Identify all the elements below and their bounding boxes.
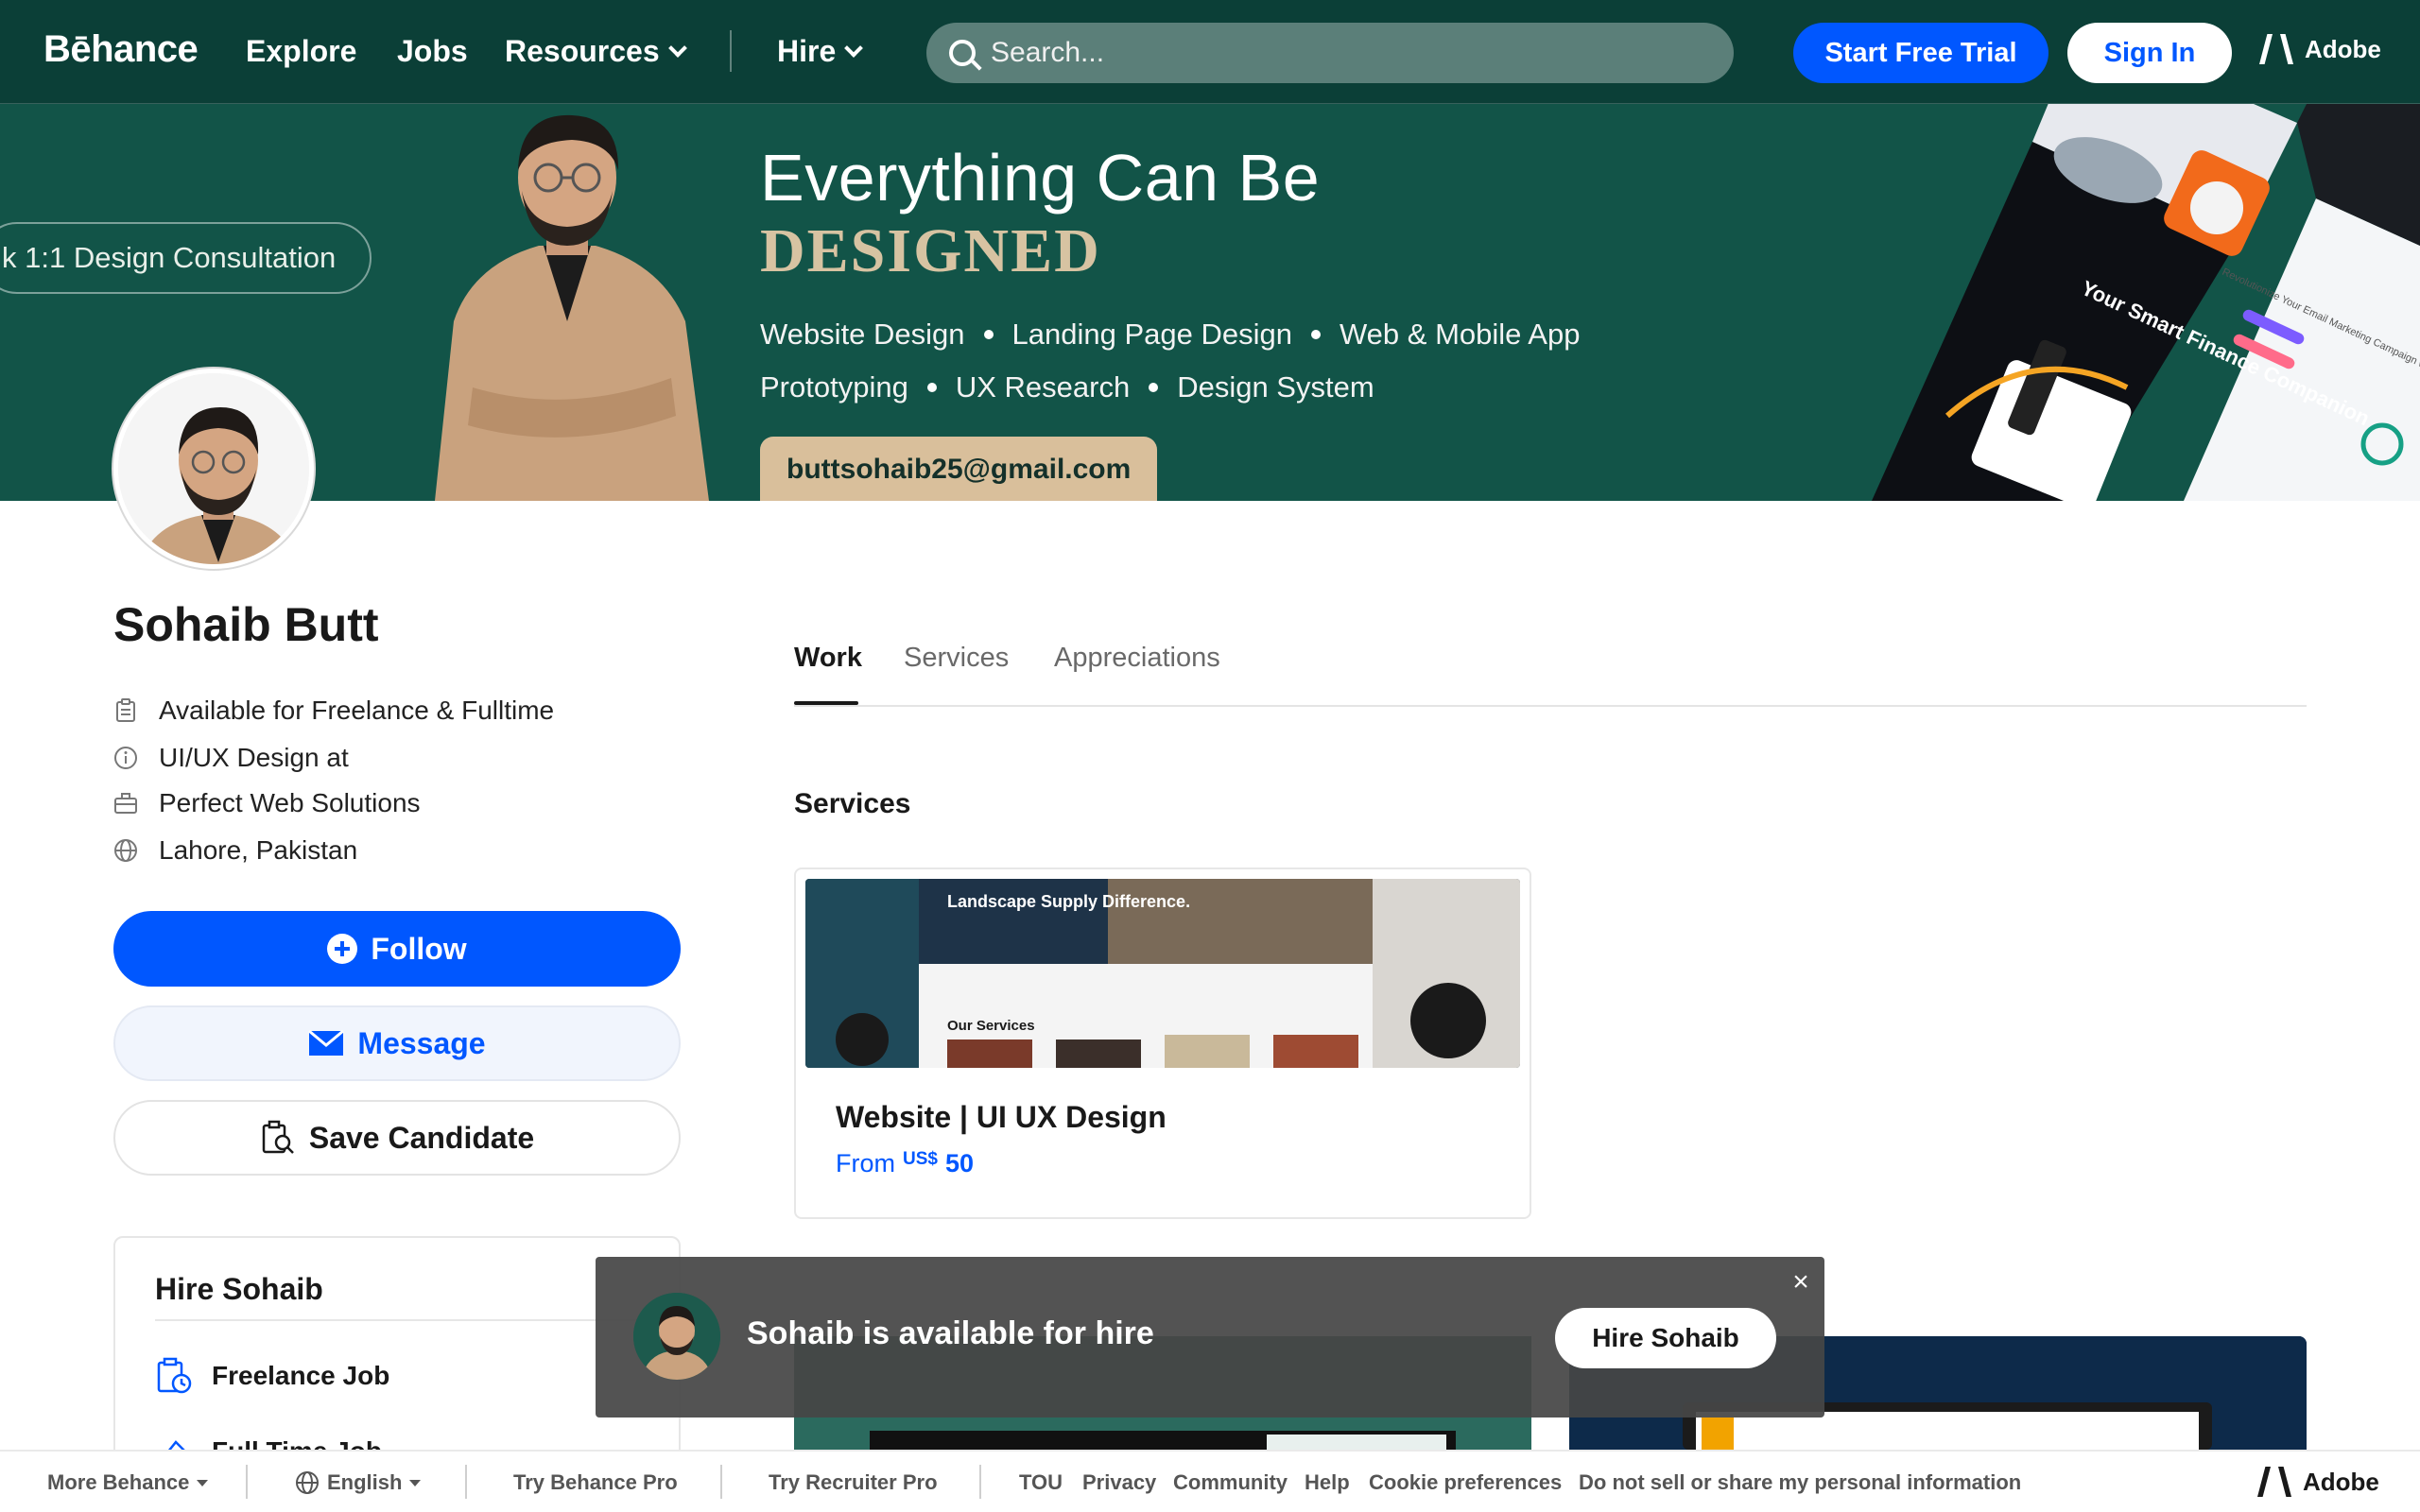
search-input[interactable]	[991, 37, 1709, 69]
freelance-job-icon	[157, 1357, 192, 1394]
adobe-logo-icon	[2259, 34, 2293, 64]
globe-icon	[113, 838, 138, 863]
plus-icon	[327, 934, 358, 964]
service-card[interactable]: Landscape Supply Difference. Our Service…	[794, 868, 1531, 1219]
service-title[interactable]: Website | UI UX Design	[836, 1100, 1167, 1135]
service-price: From US$ 50	[836, 1149, 975, 1177]
search-bar[interactable]	[926, 23, 1734, 83]
services-heading: Services	[794, 788, 911, 819]
avatar-image	[118, 373, 309, 564]
banner-email: buttsohaib25@gmail.com	[760, 437, 1158, 501]
close-icon[interactable]: ×	[1789, 1268, 1813, 1297]
footer-try-behance-pro[interactable]: Try Behance Pro	[513, 1470, 678, 1495]
tab-appreciations[interactable]: Appreciations	[1054, 643, 1220, 674]
divider	[155, 1319, 647, 1321]
footer-divider	[465, 1465, 467, 1499]
toast-avatar	[633, 1293, 720, 1380]
sign-in-button[interactable]: Sign In	[2067, 23, 2232, 83]
adobe-logo-icon	[2257, 1467, 2291, 1497]
profile-banner: k 1:1 Design Consultation Everything Can…	[0, 104, 2420, 501]
caret-down-icon	[197, 1479, 209, 1486]
clipboard-icon	[113, 698, 138, 723]
hire-sohaib-button[interactable]: Hire Sohaib	[1555, 1308, 1776, 1368]
nav-explore[interactable]: Explore	[246, 34, 356, 69]
hire-option-freelance[interactable]: Freelance Job	[155, 1357, 389, 1395]
footer-divider	[979, 1465, 981, 1499]
banner-skills-line-2: Prototyping UX Research Design System	[760, 370, 1374, 404]
footer-community[interactable]: Community	[1173, 1470, 1288, 1495]
profile-avatar[interactable]	[113, 369, 314, 569]
info-icon	[113, 746, 138, 770]
footer-cookie-preferences[interactable]: Cookie preferences	[1369, 1470, 1562, 1495]
start-free-trial-button[interactable]: Start Free Trial	[1793, 23, 2048, 83]
top-nav: Bēhance Explore Jobs Resources Hire Star…	[0, 0, 2420, 104]
thumb-subheading: Our Services	[947, 1018, 1035, 1034]
bullet-icon	[983, 330, 994, 339]
footer-divider	[720, 1465, 722, 1499]
caret-down-icon	[409, 1479, 422, 1486]
footer-more-behance[interactable]: More Behance	[47, 1470, 209, 1495]
briefcase-icon	[113, 791, 138, 816]
hire-card-title: Hire Sohaib	[155, 1272, 323, 1306]
save-candidate-button[interactable]: Save Candidate	[113, 1100, 681, 1176]
profile-tabs: Work Services Appreciations	[794, 643, 2307, 707]
bullet-icon	[926, 383, 937, 392]
tab-work[interactable]: Work	[794, 643, 862, 674]
footer-help[interactable]: Help	[1305, 1470, 1350, 1495]
banner-headline-accent: DESIGNED	[760, 216, 1101, 285]
save-candidate-icon	[262, 1120, 294, 1154]
footer: More Behance English Try Behance Pro Try…	[0, 1450, 2420, 1512]
nav-hire[interactable]: Hire	[777, 34, 864, 69]
bullet-icon	[1310, 330, 1321, 339]
message-button[interactable]: Message	[113, 1005, 681, 1081]
chevron-down-icon	[667, 38, 687, 58]
banner-headline: Everything Can Be	[760, 141, 1321, 215]
toast-message: Sohaib is available for hire	[747, 1315, 1154, 1351]
nav-divider	[730, 30, 732, 72]
follow-button[interactable]: Follow	[113, 911, 681, 987]
location-row: Lahore, Pakistan	[113, 835, 357, 866]
designer-photo	[435, 114, 709, 501]
profile-name: Sohaib Butt	[113, 598, 379, 651]
footer-try-recruiter-pro[interactable]: Try Recruiter Pro	[769, 1470, 938, 1495]
thumb-headline: Landscape Supply Difference.	[947, 892, 1190, 911]
search-icon	[949, 40, 976, 66]
behance-logo[interactable]: Bēhance	[43, 28, 199, 71]
footer-language[interactable]: English	[295, 1470, 422, 1495]
nav-jobs[interactable]: Jobs	[397, 34, 468, 69]
company-row: Perfect Web Solutions	[113, 788, 421, 818]
globe-icon	[296, 1471, 319, 1494]
design-mockups-collage: Your Smart Finance Companion Revolutioni…	[1872, 104, 2420, 501]
hire-toast: Sohaib is available for hire Hire Sohaib…	[596, 1257, 1824, 1418]
tab-services[interactable]: Services	[904, 643, 1009, 674]
footer-tou[interactable]: TOU	[1019, 1470, 1063, 1495]
chevron-down-icon	[844, 38, 864, 58]
footer-privacy[interactable]: Privacy	[1082, 1470, 1156, 1495]
envelope-icon	[308, 1030, 345, 1056]
footer-divider	[246, 1465, 248, 1499]
bullet-icon	[1149, 383, 1159, 392]
service-thumbnail: Landscape Supply Difference. Our Service…	[805, 879, 1520, 1068]
active-tab-indicator	[794, 701, 858, 705]
availability-row: Available for Freelance & Fulltime	[113, 696, 554, 726]
banner-skills-line-1: Website Design Landing Page Design Web &…	[760, 318, 1581, 351]
nav-resources[interactable]: Resources	[505, 34, 687, 69]
consultation-pill: k 1:1 Design Consultation	[0, 222, 372, 294]
adobe-link[interactable]: Adobe	[2259, 34, 2381, 64]
role-row: UI/UX Design at	[113, 743, 349, 773]
adobe-footer-link[interactable]: Adobe	[2257, 1467, 2379, 1497]
footer-do-not-sell[interactable]: Do not sell or share my personal informa…	[1579, 1470, 2021, 1495]
